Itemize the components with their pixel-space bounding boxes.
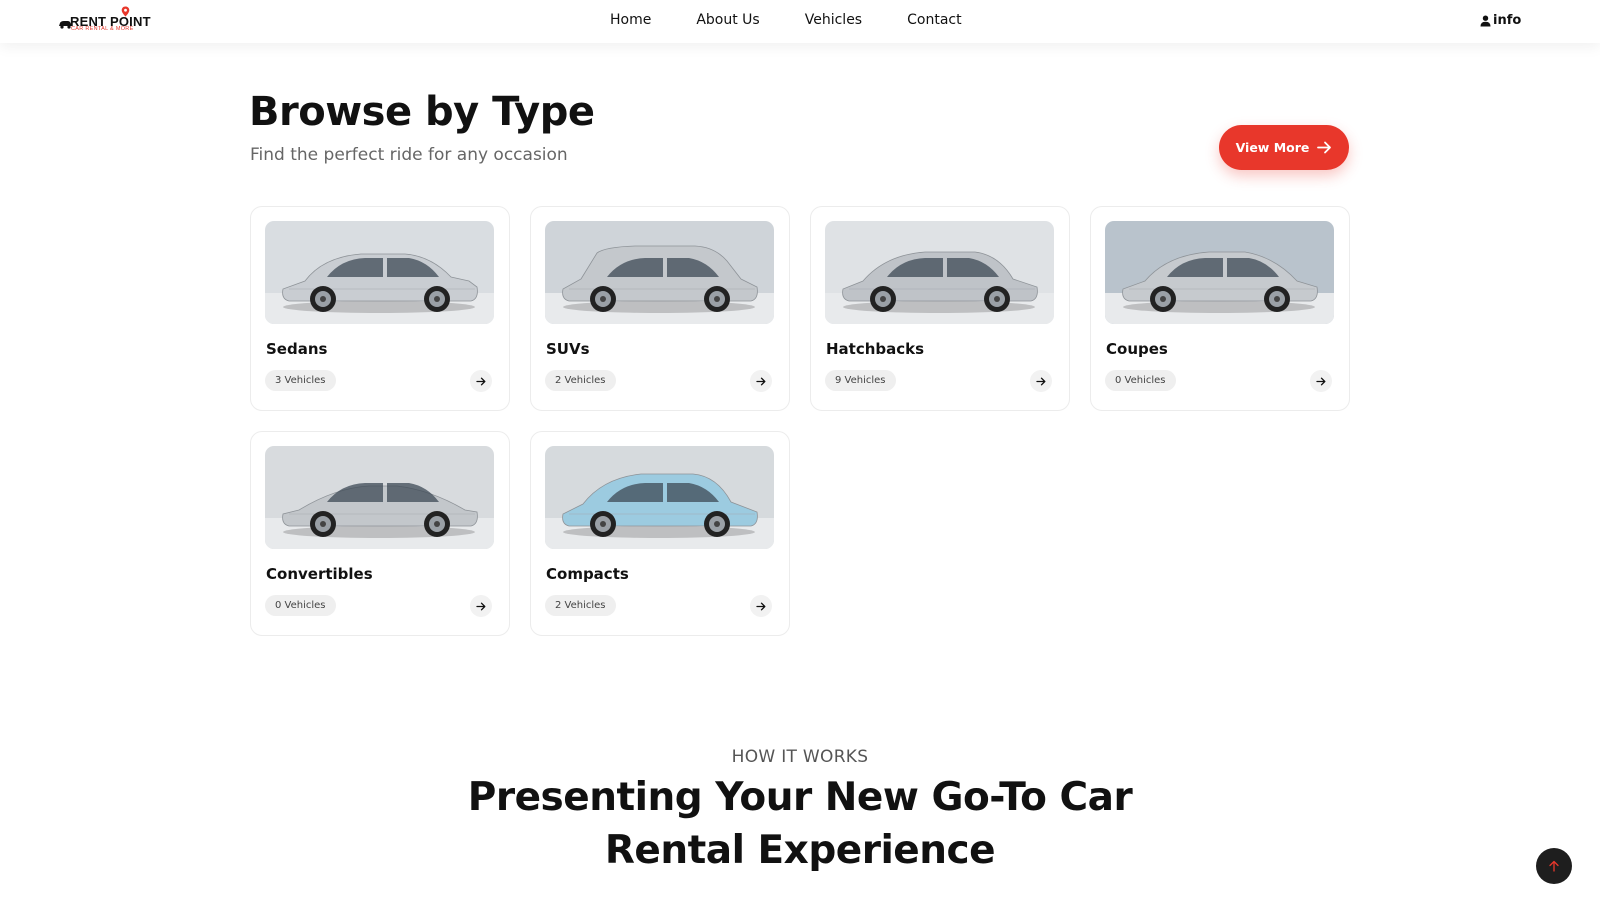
how-it-works-label: HOW IT WORKS <box>731 747 869 767</box>
arrow-right-icon <box>1036 377 1046 385</box>
brand-logo[interactable]: RENT POINT CAR RENTAL & MORE <box>58 6 151 34</box>
category-image[interactable] <box>265 446 494 549</box>
category-title: Convertibles <box>266 565 373 583</box>
vehicle-count-badge: 3 Vehicles <box>265 370 336 391</box>
arrow-right-icon <box>1316 377 1326 385</box>
category-title: Coupes <box>1106 340 1168 358</box>
category-arrow-button[interactable] <box>470 595 492 617</box>
category-arrow-button[interactable] <box>750 370 772 392</box>
how-it-works-title-line2: Rental Experience <box>604 828 996 873</box>
arrow-right-icon <box>476 377 486 385</box>
arrow-up-icon <box>1549 860 1559 872</box>
category-card-coupes[interactable]: Coupes 0 Vehicles <box>1090 206 1350 411</box>
category-title: Compacts <box>546 565 629 583</box>
category-card-suvs[interactable]: SUVs 2 Vehicles <box>530 206 790 411</box>
category-image[interactable] <box>265 221 494 324</box>
category-image[interactable] <box>1105 221 1334 324</box>
section-subtitle: Find the perfect ride for any occasion <box>250 145 568 165</box>
view-more-button[interactable]: View More <box>1219 125 1349 170</box>
category-arrow-button[interactable] <box>470 370 492 392</box>
user-label: info <box>1493 13 1522 28</box>
section-title: Browse by Type <box>249 89 595 135</box>
category-card-convertibles[interactable]: Convertibles 0 Vehicles <box>250 431 510 636</box>
scroll-to-top-button[interactable] <box>1536 848 1572 884</box>
vehicle-count-badge: 0 Vehicles <box>265 595 336 616</box>
arrow-right-icon <box>1317 141 1332 154</box>
main-nav: Home About Us Vehicles Contact <box>610 12 1007 28</box>
site-header: RENT POINT CAR RENTAL & MORE Home About … <box>0 0 1600 43</box>
category-title: Sedans <box>266 340 328 358</box>
view-more-label: View More <box>1235 140 1310 155</box>
nav-item-home[interactable]: Home <box>610 12 651 28</box>
how-it-works-title-line1: Presenting Your New Go-To Car <box>467 775 1133 820</box>
category-card-sedans[interactable]: Sedans 3 Vehicles <box>250 206 510 411</box>
vehicle-count-badge: 2 Vehicles <box>545 370 616 391</box>
nav-item-vehicles[interactable]: Vehicles <box>805 12 862 28</box>
category-image[interactable] <box>545 446 774 549</box>
category-arrow-button[interactable] <box>1310 370 1332 392</box>
user-menu[interactable]: info <box>1480 13 1521 28</box>
vehicle-count-badge: 2 Vehicles <box>545 595 616 616</box>
category-title: Hatchbacks <box>826 340 925 358</box>
category-image[interactable] <box>825 221 1054 324</box>
category-title: SUVs <box>546 340 590 358</box>
category-card-compacts[interactable]: Compacts 2 Vehicles <box>530 431 790 636</box>
category-arrow-button[interactable] <box>750 595 772 617</box>
brand-tagline: CAR RENTAL & MORE <box>71 26 134 32</box>
category-card-hatchbacks[interactable]: Hatchbacks 9 Vehicles <box>810 206 1070 411</box>
category-arrow-button[interactable] <box>1030 370 1052 392</box>
vehicle-count-badge: 9 Vehicles <box>825 370 896 391</box>
how-it-works-title: Presenting Your New Go-To Car Rental Exp… <box>0 771 1600 877</box>
vehicle-count-badge: 0 Vehicles <box>1105 370 1176 391</box>
arrow-right-icon <box>756 602 766 610</box>
user-icon <box>1480 15 1491 26</box>
arrow-right-icon <box>756 377 766 385</box>
nav-item-contact[interactable]: Contact <box>907 12 961 28</box>
arrow-right-icon <box>476 602 486 610</box>
category-image[interactable] <box>545 221 774 324</box>
nav-item-about[interactable]: About Us <box>696 12 759 28</box>
